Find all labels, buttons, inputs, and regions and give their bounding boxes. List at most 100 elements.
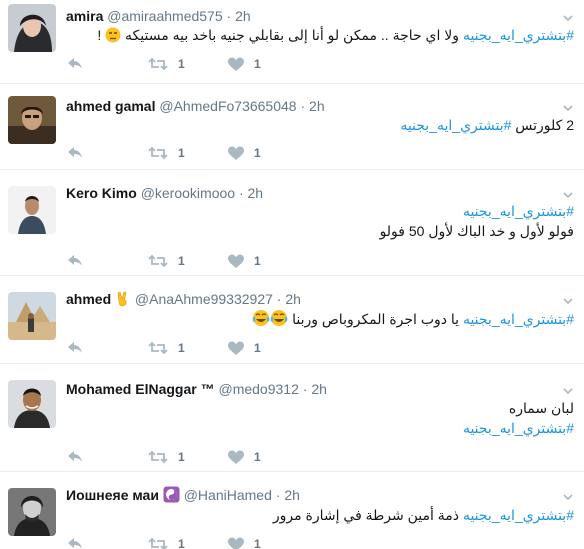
hashtag-link[interactable]: #بتشتري_ايه_بجنيه	[400, 117, 511, 133]
reply-button[interactable]	[66, 55, 84, 73]
timestamp[interactable]: 2h	[311, 381, 327, 397]
reply-icon	[68, 538, 82, 549]
reply-button[interactable]	[66, 252, 84, 270]
chevron-down-icon[interactable]	[562, 12, 574, 24]
chevron-down-icon[interactable]	[562, 491, 574, 503]
avatar[interactable]	[8, 488, 56, 536]
user-handle[interactable]: @kerookimooo	[141, 185, 235, 201]
tweet[interactable]: ahmed @AnaAhme99332927 · 2h #بتشتري_ايه_…	[0, 276, 584, 364]
like-count: 1	[254, 57, 261, 71]
timestamp[interactable]: 2h	[285, 291, 301, 307]
tweet[interactable]: Иошнеяе маи @HaniHamed · 2h #بتشتري_ايه_…	[0, 472, 584, 549]
avatar[interactable]	[8, 380, 56, 428]
like-count: 1	[254, 254, 261, 268]
like-button[interactable]: 1	[228, 535, 261, 549]
retweet-button[interactable]: 1	[148, 144, 185, 162]
retweet-icon	[148, 57, 168, 71]
user-handle[interactable]: @amiraahmed575	[107, 8, 222, 24]
separator-dot: ·	[275, 487, 281, 503]
display-name[interactable]: amira	[66, 8, 103, 24]
reply-icon	[68, 255, 82, 266]
separator-dot: ·	[238, 185, 244, 201]
tweet-header: ahmed gamal @AhmedFo73665048 · 2h	[66, 97, 325, 115]
hashtag-link[interactable]: #بتشتري_ايه_بجنيه	[463, 27, 574, 43]
tweet-suffix: !	[97, 27, 102, 43]
tweet-actions: 1 1	[66, 535, 366, 549]
tweet[interactable]: Kero Kimo @kerookimooo · 2h #بتشتري_ايه_…	[0, 170, 584, 276]
retweet-button[interactable]: 1	[148, 535, 185, 549]
separator-dot: ·	[226, 8, 232, 24]
timestamp[interactable]: 2h	[284, 487, 300, 503]
tweet-text: #بتشتري_ايه_بجنيه فولو لأول و خد الباك ل…	[64, 201, 574, 241]
like-button[interactable]: 1	[228, 55, 261, 73]
tweet-message: لبان سماره	[508, 400, 574, 416]
retweet-button[interactable]: 1	[148, 339, 185, 357]
separator-dot: ·	[302, 381, 308, 397]
tweet-message: يا دوب اجرة المكروباص وربنا	[292, 311, 460, 327]
like-count: 1	[254, 341, 261, 355]
display-name[interactable]: Иошнеяе маи	[66, 487, 159, 503]
retweet-count: 1	[178, 57, 185, 71]
avatar[interactable]	[8, 96, 56, 144]
hashtag-link[interactable]: #بتشتري_ايه_بجنيه	[463, 311, 574, 327]
user-handle[interactable]: @medo9312	[218, 381, 298, 397]
user-handle[interactable]: @AhmedFo73665048	[159, 98, 296, 114]
tweet[interactable]: amira @amiraahmed575 · 2h #بتشتري_ايه_بج…	[0, 0, 584, 84]
reply-icon	[68, 451, 82, 462]
display-name[interactable]: ahmed	[66, 291, 111, 307]
tweet-actions: 1 1	[66, 252, 366, 270]
like-count: 1	[254, 537, 261, 549]
separator-dot: ·	[276, 291, 282, 307]
retweet-count: 1	[178, 146, 185, 160]
retweet-button[interactable]: 1	[148, 55, 185, 73]
hashtag-link[interactable]: #بتشتري_ايه_بجنيه	[64, 201, 574, 221]
chevron-down-icon[interactable]	[562, 385, 574, 397]
reply-button[interactable]	[66, 448, 84, 466]
timestamp[interactable]: 2h	[309, 98, 325, 114]
chevron-down-icon[interactable]	[562, 189, 574, 201]
user-handle[interactable]: @AnaAhme99332927	[135, 291, 273, 307]
reply-button[interactable]	[66, 535, 84, 549]
tears-of-joy-emoji	[252, 309, 288, 332]
tweet[interactable]: ahmed gamal @AhmedFo73665048 · 2h 2 كلور…	[0, 84, 584, 170]
retweet-button[interactable]: 1	[148, 252, 185, 270]
like-button[interactable]: 1	[228, 448, 261, 466]
retweet-icon	[148, 254, 168, 268]
avatar[interactable]	[8, 186, 56, 234]
tweet-text: لبان سماره #بتشتري_ايه_بجنيه	[64, 398, 574, 438]
chevron-down-icon[interactable]	[562, 295, 574, 307]
retweet-icon	[148, 537, 168, 549]
avatar[interactable]	[8, 4, 56, 52]
retweet-icon	[148, 341, 168, 355]
like-count: 1	[254, 450, 261, 464]
reply-button[interactable]	[66, 339, 84, 357]
hashtag-link[interactable]: #بتشتري_ايه_بجنيه	[64, 418, 574, 438]
heart-icon	[228, 57, 244, 71]
tweet[interactable]: Mohamed ElNaggar ™ @medo9312 · 2h لبان س…	[0, 364, 584, 472]
retweet-button[interactable]: 1	[148, 448, 185, 466]
tweet-text: 2 كلورتس #بتشتري_ايه_بجنيه	[64, 115, 574, 135]
tweet-actions: 1 1	[66, 144, 366, 162]
like-button[interactable]: 1	[228, 144, 261, 162]
like-button[interactable]: 1	[228, 339, 261, 357]
timestamp[interactable]: 2h	[248, 185, 264, 201]
display-name[interactable]: Kero Kimo	[66, 185, 137, 201]
reply-button[interactable]	[66, 144, 84, 162]
hashtag-link[interactable]: #بتشتري_ايه_بجنيه	[463, 507, 574, 523]
display-name[interactable]: Mohamed ElNaggar ™	[66, 381, 215, 397]
reply-icon	[68, 58, 82, 69]
yin-yang-icon	[163, 486, 180, 507]
tweet-feed: amira @amiraahmed575 · 2h #بتشتري_ايه_بج…	[0, 0, 584, 549]
avatar[interactable]	[8, 292, 56, 340]
like-count: 1	[254, 146, 261, 160]
timestamp[interactable]: 2h	[235, 8, 251, 24]
tweet-header: Mohamed ElNaggar ™ @medo9312 · 2h	[66, 380, 327, 398]
tweet-text: #بتشتري_ايه_بجنيه يا دوب اجرة المكروباص …	[64, 309, 574, 332]
display-name[interactable]: ahmed gamal	[66, 98, 155, 114]
like-button[interactable]: 1	[228, 252, 261, 270]
chevron-down-icon[interactable]	[562, 102, 574, 114]
retweet-icon	[148, 146, 168, 160]
user-handle[interactable]: @HaniHamed	[184, 487, 272, 503]
tweet-text: #بتشتري_ايه_بجنيه ولا اي حاجة .. ممكن لو…	[64, 25, 574, 48]
reply-icon	[68, 342, 82, 353]
